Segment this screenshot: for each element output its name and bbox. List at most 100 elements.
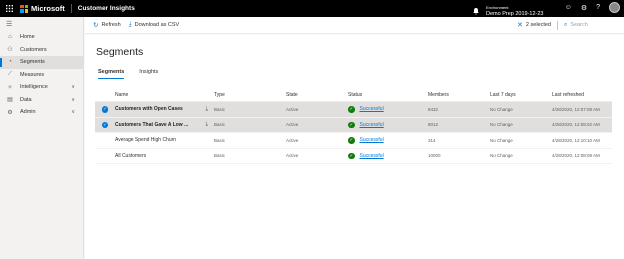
data-icon: ▤ — [7, 97, 13, 104]
sidebar-item-intelligence[interactable]: ✧ Intelligence ∨ — [0, 81, 83, 94]
download-icon[interactable]: ⤓ — [206, 121, 208, 128]
search-placeholder: Search — [570, 22, 588, 28]
sidebar-item-label: Customers — [20, 46, 47, 53]
sidebar-item-label: Data — [20, 96, 32, 103]
gear-icon[interactable]: ⚙ — [581, 4, 587, 12]
header-type[interactable]: Type — [214, 92, 286, 98]
tab-segments[interactable]: Segments — [98, 69, 125, 79]
page-title: Segments — [96, 46, 144, 58]
sidebar-item-label: Intelligence — [20, 84, 48, 91]
toolbar-divider — [557, 20, 558, 30]
sidebar-item-admin[interactable]: ⚙ Admin ∨ — [0, 106, 83, 119]
segment-state: Active — [286, 137, 299, 143]
tab-insights[interactable]: Insights — [139, 69, 158, 79]
segment-state: Active — [286, 106, 299, 112]
sidebar-item-customers[interactable]: ⚇ Customers — [0, 44, 83, 57]
admin-icon: ⚙ — [7, 109, 13, 116]
refresh-icon: ↻ — [93, 22, 99, 29]
segments-icon: ◔ — [8, 59, 12, 66]
segment-last-7-days: No Change — [490, 153, 513, 159]
header-last-7-days[interactable]: Last 7 days — [490, 92, 552, 98]
table-row[interactable]: All Customers Basic Active ✓ Successful … — [95, 149, 612, 164]
home-icon: ⌂ — [8, 34, 12, 41]
table-header: Name Type State Status Members Last 7 da… — [95, 88, 612, 102]
download-label: Download as CSV — [134, 22, 180, 28]
sidebar-item-measures[interactable]: ⟋ Measures — [0, 69, 83, 82]
checkmark-icon[interactable]: ✓ — [101, 106, 109, 113]
success-icon: ✓ — [348, 137, 355, 144]
segment-name[interactable]: All Customers — [115, 153, 146, 159]
refresh-button[interactable]: ↻ Refresh — [93, 21, 121, 29]
sidebar-item-home[interactable]: ⌂ Home — [0, 31, 83, 44]
sidebar-item-data[interactable]: ▤ Data ∨ — [0, 94, 83, 107]
chevron-down-icon: ∨ — [71, 109, 75, 116]
segment-members: 10000 — [428, 153, 441, 159]
header-status[interactable]: Status — [348, 92, 428, 98]
search-icon: ⌕ — [564, 21, 568, 28]
app-launcher-icon[interactable] — [0, 0, 18, 17]
microsoft-logo-icon — [20, 4, 28, 13]
brand-name: Microsoft — [31, 4, 65, 13]
status-link[interactable]: Successful — [360, 153, 384, 159]
table-row[interactable]: ✓ Customers with Open Cases ⤓ Basic Acti… — [95, 102, 612, 118]
top-bar: Microsoft Customer Insights Environment … — [0, 0, 624, 17]
microsoft-logo[interactable]: Microsoft — [20, 4, 65, 13]
segment-name[interactable]: Average Spend High Churn — [115, 137, 176, 143]
table-row[interactable]: ✓ Customers That Gave A Low ... ⤓ Basic … — [95, 117, 612, 133]
close-icon: ✕ — [517, 22, 523, 29]
segment-last-refreshed: 4/28/2020, 12:08:08 AM — [552, 153, 600, 159]
segment-last-refreshed: 4/28/2020, 12:08:02 AM — [552, 122, 600, 128]
header-members[interactable]: Members — [428, 92, 490, 98]
segment-type: Basic — [214, 153, 226, 159]
hamburger-icon[interactable]: ☰ — [0, 17, 83, 31]
header-state[interactable]: State — [286, 92, 348, 98]
checkmark-icon[interactable]: ✓ — [101, 121, 109, 128]
segment-type: Basic — [214, 122, 226, 128]
avatar[interactable] — [609, 2, 620, 13]
main-content: Segments Segments Insights Name Type Sta… — [85, 35, 624, 259]
download-icon[interactable]: ⤓ — [206, 106, 208, 113]
download-csv-button[interactable]: ⤓ Download as CSV — [129, 21, 180, 29]
sidebar-item-segments[interactable]: ◔ Segments — [0, 56, 83, 69]
sidebar-item-label: Home — [20, 34, 35, 41]
segment-state: Active — [286, 153, 299, 159]
success-icon: ✓ — [348, 121, 355, 128]
smiley-icon[interactable]: ☺ — [565, 4, 572, 11]
segments-table: Name Type State Status Members Last 7 da… — [95, 88, 612, 164]
tab-bar: Segments Insights — [98, 69, 158, 79]
segment-name[interactable]: Customers That Gave A Low ... — [115, 122, 188, 128]
app-title[interactable]: Customer Insights — [78, 5, 135, 12]
clear-selection-button[interactable]: ✕ 2 selected — [517, 21, 551, 29]
status-link[interactable]: Successful — [360, 122, 384, 128]
search-input[interactable]: ⌕ Search — [564, 22, 616, 29]
table-row[interactable]: Average Spend High Churn Basic Active ✓ … — [95, 133, 612, 149]
status-link[interactable]: Successful — [360, 137, 384, 143]
segment-state: Active — [286, 122, 299, 128]
chevron-down-icon: ∨ — [71, 96, 75, 103]
segment-type: Basic — [214, 137, 226, 143]
status-link[interactable]: Successful — [360, 106, 384, 112]
segment-last-7-days: No Change — [490, 106, 513, 112]
intelligence-icon: ✧ — [7, 84, 13, 91]
success-icon: ✓ — [348, 152, 355, 159]
segment-members: 8432 — [428, 106, 439, 112]
header-name[interactable]: Name — [115, 92, 214, 98]
segment-last-7-days: No Change — [490, 137, 513, 143]
sidebar: ☰ ⌂ Home ⚇ Customers ◔ Segments ⟋ Measur… — [0, 17, 84, 259]
segment-name[interactable]: Customers with Open Cases — [115, 106, 183, 112]
download-icon: ⤓ — [128, 21, 132, 28]
header-last-refreshed[interactable]: Last refreshed — [552, 92, 612, 98]
help-icon[interactable]: ? — [596, 4, 600, 11]
sidebar-item-label: Measures — [20, 71, 45, 78]
segment-last-refreshed: 4/28/2020, 12:10:10 AM — [552, 137, 600, 143]
sidebar-item-label: Admin — [20, 109, 36, 116]
selected-count: 2 selected — [525, 22, 551, 28]
segment-last-7-days: No Change — [490, 122, 513, 128]
segment-last-refreshed: 4/28/2020, 12:07:08 AM — [552, 106, 600, 112]
sidebar-item-label: Segments — [20, 59, 45, 66]
measures-icon: ⟋ — [7, 71, 13, 78]
refresh-label: Refresh — [101, 22, 121, 28]
segment-members: 314 — [428, 137, 436, 143]
success-icon: ✓ — [348, 106, 355, 113]
segment-type: Basic — [214, 106, 226, 112]
